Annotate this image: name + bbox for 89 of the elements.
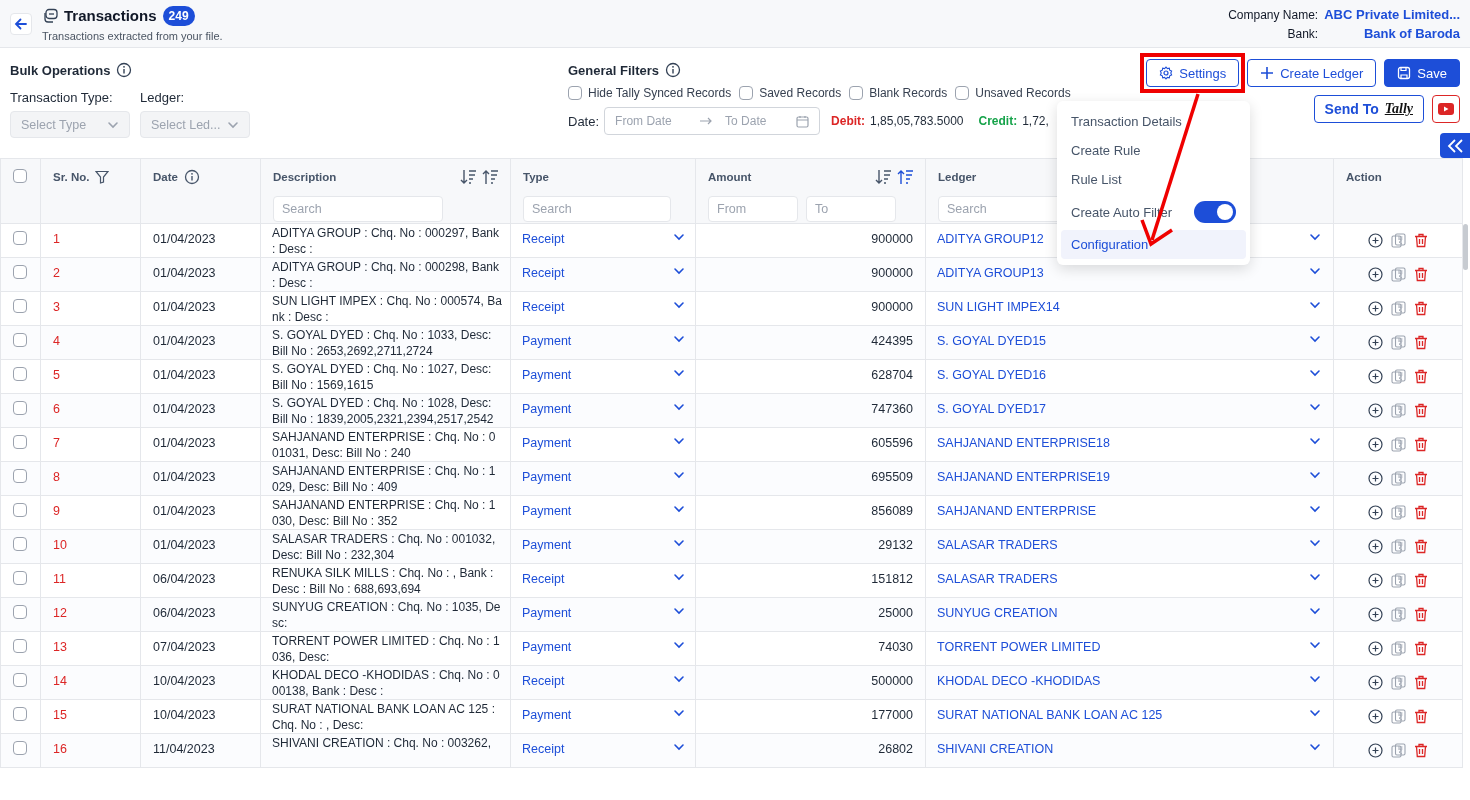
serial-number: 13	[52, 639, 68, 655]
date-cell-text: 01/04/2023	[152, 401, 217, 417]
column-header: Ledger	[938, 171, 977, 183]
date-label: Date:	[568, 113, 600, 129]
serial-number: 16	[52, 741, 68, 757]
amount-cell-text: 424395	[870, 333, 914, 349]
description-cell-text: ADITYA GROUP : Chq. No : 000298, Bank : Desc :	[271, 259, 500, 291]
amount-cell-text: 900000	[870, 265, 914, 281]
column-header: Date	[153, 171, 178, 183]
serial-number: 11	[52, 571, 67, 587]
description-cell-text: S. GOYAL DYED : Chq. No : 1028, Desc: Bill No : 1839,2005,2321,2394,2517,2542	[271, 395, 495, 427]
amount-cell-text: 25000	[877, 605, 914, 621]
date-cell-text: 01/04/2023	[152, 367, 217, 383]
description-cell-text: SUNYUG CREATION : Chq. No : 1035, Desc:	[271, 599, 502, 631]
amount-cell-text: 177000	[870, 707, 914, 723]
section-title: Bulk Operations	[10, 62, 111, 78]
column-header: Amount	[708, 171, 752, 183]
date-cell-text: 10/04/2023	[152, 673, 217, 689]
serial-number: 3	[52, 299, 61, 315]
date-cell-text: 06/04/2023	[152, 571, 217, 587]
credit-total: 1,72,	[1022, 114, 1049, 128]
serial-number: 2	[52, 265, 61, 281]
serial-number: 9	[52, 503, 61, 519]
amount-cell-text: 747360	[870, 401, 914, 417]
serial-number: 1	[52, 231, 61, 247]
amount-cell-text: 628704	[870, 367, 914, 383]
description-cell-text: SUN LIGHT IMPEX : Chq. No : 000574, Bank : Desc :	[271, 293, 503, 325]
company-label: Company Name:	[1228, 7, 1319, 22]
date-cell-text: 01/04/2023	[152, 333, 217, 349]
amount-cell-text: 151812	[870, 571, 914, 587]
date-cell-text: 01/04/2023	[152, 299, 217, 315]
serial-number: 8	[52, 469, 61, 485]
amount-cell-text: 695509	[870, 469, 914, 485]
serial-number: 14	[52, 673, 68, 689]
description-cell-text: SAHJANAND ENTERPRISE : Chq. No : 001031, Desc: Bill No : 240	[271, 429, 497, 461]
amount-cell-text: 29132	[877, 537, 914, 553]
description-cell-text: SURAT NATIONAL BANK LOAN AC 125 : Chq. No : , Desc:	[271, 701, 496, 733]
date-cell-text: 01/04/2023	[152, 469, 217, 485]
description-cell-text: S. GOYAL DYED : Chq. No : 1027, Desc: Bill No : 1569,1615	[271, 361, 493, 393]
serial-number: 12	[52, 605, 68, 621]
field-label: Transaction Type:	[10, 90, 114, 105]
description-cell-text: S. GOYAL DYED : Chq. No : 1033, Desc: Bill No : 2653,2692,2711,2724	[271, 327, 493, 359]
date-cell-text: 11/04/2023	[152, 741, 216, 757]
amount-cell-text: 500000	[870, 673, 914, 689]
date-cell-text: 01/04/2023	[152, 265, 217, 281]
amount-cell-text: 74030	[877, 639, 914, 655]
date-cell-text: 01/04/2023	[152, 503, 217, 519]
date-cell-text: 01/04/2023	[152, 435, 217, 451]
date-cell-text: 10/04/2023	[152, 707, 217, 723]
date-cell-text: 01/04/2023	[152, 231, 217, 247]
serial-number: 4	[52, 333, 61, 349]
checkbox-label: Saved Records	[759, 86, 842, 100]
credit-label: Credit:	[978, 114, 1018, 128]
checkbox-label: Unsaved Records	[975, 86, 1071, 100]
description-cell-text: TORRENT POWER LIMITED : Chq. No : 1036, Desc:	[271, 633, 501, 665]
checkbox-label: Blank Records	[869, 86, 948, 100]
date-cell-text: 01/04/2023	[152, 537, 217, 553]
serial-number: 10	[52, 537, 68, 553]
column-header: Sr. No.	[53, 171, 90, 183]
amount-cell-text: 605596	[870, 435, 914, 451]
description-cell-text: RENUKA SILK MILLS : Chq. No : , Bank : Desc : Bill No : 688,693,694	[271, 565, 495, 597]
description-cell-text: ADITYA GROUP : Chq. No : 000297, Bank : Desc :	[271, 225, 500, 257]
serial-number: 6	[52, 401, 61, 417]
description-cell-text: SAHJANAND ENTERPRISE : Chq. No : 1030, Desc: Bill No : 352	[271, 497, 497, 529]
checkbox-label: Hide Tally Synced Records	[588, 86, 732, 100]
column-header: Action	[1346, 171, 1382, 183]
date-cell-text: 07/04/2023	[152, 639, 217, 655]
serial-number: 7	[52, 435, 61, 451]
description-cell-text: SAHJANAND ENTERPRISE : Chq. No : 1029, Desc: Bill No : 409	[271, 463, 497, 495]
column-header: Description	[273, 171, 337, 183]
description-cell-text: KHODAL DECO -KHODIDAS : Chq. No : 000138, Bank : Desc :	[271, 667, 501, 699]
amount-cell-text: 900000	[870, 299, 914, 315]
amount-cell-text: 26802	[877, 741, 914, 757]
debit-total: 1,85,05,783.5000	[870, 114, 964, 128]
section-title: General Filters	[568, 62, 660, 78]
date-cell-text: 06/04/2023	[152, 605, 217, 621]
description-cell-text: SALASAR TRADERS : Chq. No : 001032, Desc: Bill No : 232,304	[271, 531, 497, 563]
page-title: Transactions	[64, 7, 157, 24]
column-header: Type	[523, 171, 549, 183]
count-badge: 249	[162, 5, 195, 26]
serial-number: 5	[52, 367, 61, 383]
debit-label: Debit:	[831, 114, 866, 128]
bank-label: Bank:	[1287, 26, 1319, 41]
serial-number: 15	[52, 707, 68, 723]
page-subtitle: Transactions extracted from your file.	[42, 29, 223, 42]
field-label: Ledger:	[140, 90, 186, 105]
amount-cell-text: 900000	[870, 231, 914, 247]
amount-cell-text: 856089	[870, 503, 914, 519]
description-cell-text: SHIVANI CREATION : Chq. No : 003262,	[271, 735, 492, 751]
